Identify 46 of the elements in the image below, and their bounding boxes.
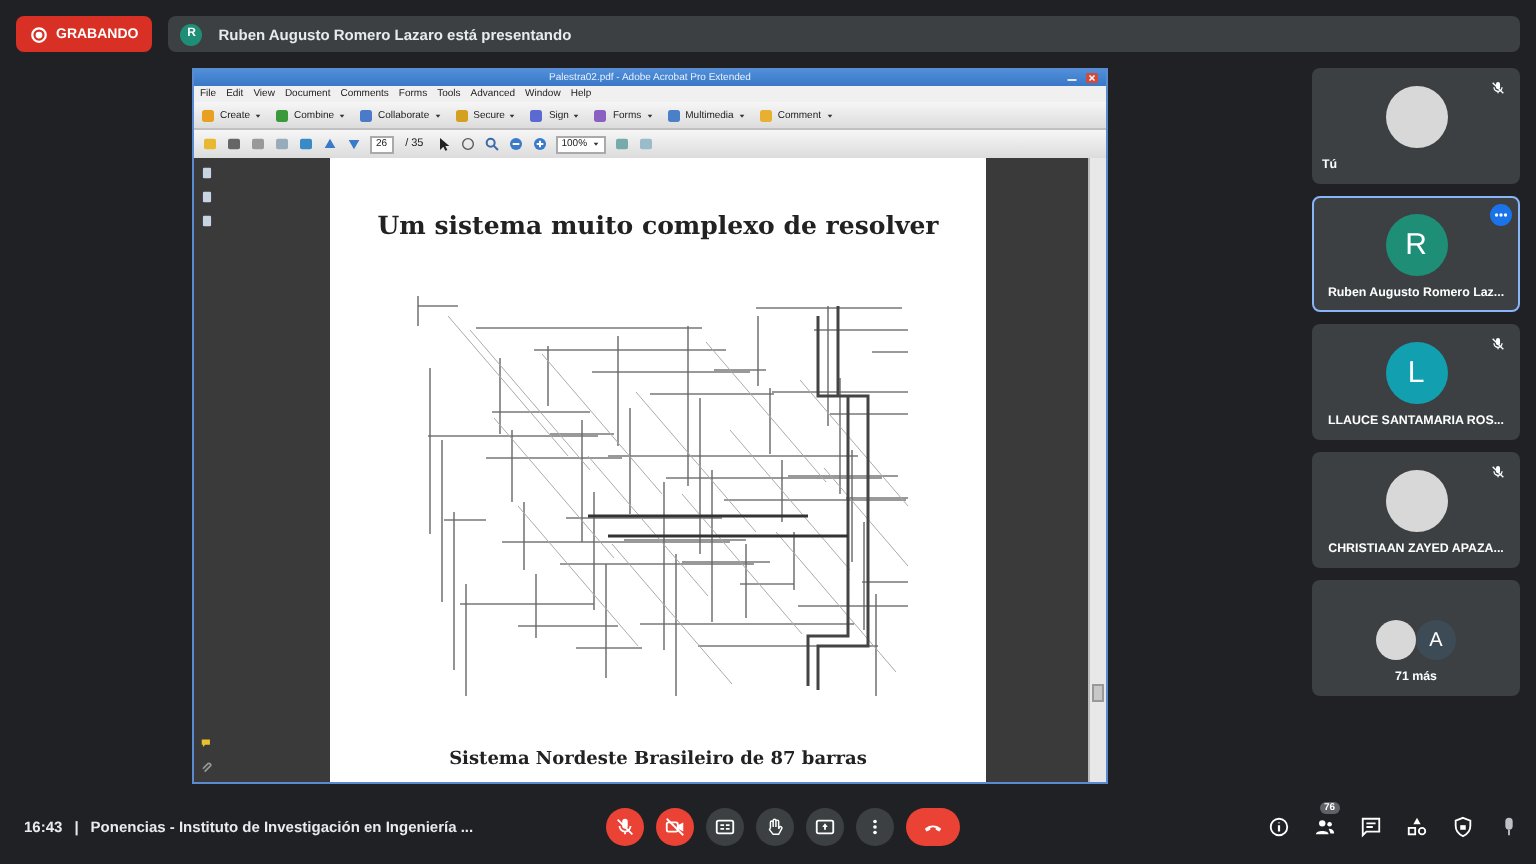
microphone-button[interactable]: [606, 808, 644, 846]
captions-icon: [714, 816, 736, 838]
caret-icon: [591, 140, 600, 148]
raised-hand-icon: [764, 816, 786, 838]
toolbar-tool-icon: [358, 107, 375, 123]
page-up-icon[interactable]: [322, 136, 338, 152]
toolbar-tool-icon: [274, 107, 291, 123]
more-options-button[interactable]: [1490, 204, 1512, 226]
page-down-icon[interactable]: [346, 136, 362, 152]
people-icon[interactable]: [1314, 816, 1336, 838]
avatar-circle: R: [1385, 214, 1447, 276]
attachment-icon[interactable]: [200, 760, 214, 774]
zoom-in-icon[interactable]: [531, 136, 548, 152]
camera-off-icon: [664, 816, 686, 838]
slide-title: Um sistema muito complexo de resolver: [377, 210, 939, 240]
camera-button[interactable]: [656, 808, 694, 846]
chat-icon[interactable]: [1360, 816, 1382, 838]
close-icon[interactable]: [1082, 72, 1102, 84]
toolbar-tool-icon: [592, 107, 609, 123]
info-icon[interactable]: [1268, 816, 1290, 838]
slide-caption: Sistema Nordeste Brasileiro de 87 barras: [449, 750, 867, 770]
avatar-circle: A: [1416, 620, 1456, 660]
toolbar-tool-icon: [200, 107, 216, 123]
leave-call-button[interactable]: [906, 808, 960, 846]
shapes-icon[interactable]: [1406, 816, 1428, 838]
shield-lock-icon[interactable]: [1452, 816, 1474, 838]
zoom-out-icon[interactable]: [507, 136, 524, 152]
avatar-photo-placeholder: [1376, 620, 1416, 660]
raise-hand-button[interactable]: [756, 808, 794, 846]
avatar-photo-placeholder: [1385, 470, 1447, 532]
present-screen-icon: [814, 816, 836, 838]
scrollbar[interactable]: [1088, 158, 1106, 782]
more-options-button[interactable]: [856, 808, 894, 846]
present-button[interactable]: [806, 808, 844, 846]
recording-icon: [30, 25, 48, 43]
comments-icon[interactable]: [200, 736, 214, 750]
avatar-circle: L: [1385, 342, 1447, 404]
captions-button[interactable]: [706, 808, 744, 846]
toolbar-tool-icon: [665, 107, 682, 123]
toolbar-tool-icon: [453, 107, 470, 123]
pointer-icon[interactable]: [435, 136, 452, 152]
zoom-icon[interactable]: [483, 136, 500, 152]
avatar-photo-placeholder: [1385, 86, 1447, 148]
toolbar-tool-icon: [528, 107, 545, 123]
toolbar-tool-icon: [757, 107, 774, 123]
microphone-off-icon: [614, 816, 636, 838]
